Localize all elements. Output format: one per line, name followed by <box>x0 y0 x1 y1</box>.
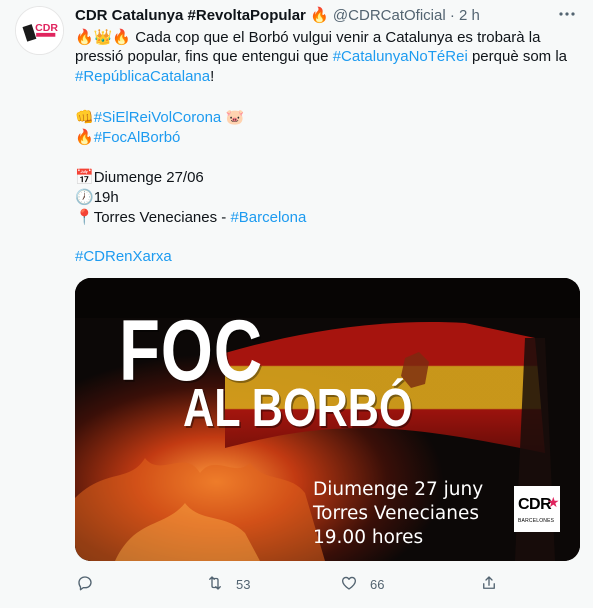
hashtag-foc-al-borbo[interactable]: #FocAlBorbó <box>94 129 181 146</box>
svg-text:CDR: CDR <box>35 22 58 34</box>
display-name[interactable]: CDR Catalunya #RevoltaPopular <box>75 7 306 24</box>
text-line-2-tail: perquè som la <box>467 48 568 65</box>
footer-hashtag-line: #CDRenXarxa <box>75 247 580 267</box>
text-line-1: 🔥👑🔥 Cada cop que el Borbó vulgui venir a… <box>75 27 580 47</box>
tweet[interactable]: CDR CDR Catalunya #RevoltaPopular 🔥 @CDR… <box>0 0 593 608</box>
pin-emoji: 📍 <box>75 208 94 226</box>
reply-button[interactable] <box>76 572 106 596</box>
text-line-2-content: pressió popular, fins que entengui que <box>75 48 333 65</box>
time-line: 🕖19h <box>75 187 580 207</box>
event-time: 19h <box>93 189 119 206</box>
text-line-3-tail: ! <box>210 68 215 85</box>
hashtag-barcelona[interactable]: #Barcelona <box>230 209 306 226</box>
poster-title-line-2: AL BORBÓ <box>183 378 413 438</box>
calendar-emoji: 📅 <box>75 168 94 186</box>
hashtag-line-2: 🔥#FocAlBorbó <box>75 127 580 147</box>
fire-crown-emojis: 🔥👑🔥 <box>75 28 132 46</box>
hashtag-republica-catalana[interactable]: #RepúblicaCatalana <box>75 68 210 85</box>
like-button[interactable]: 66 <box>340 572 384 596</box>
tweet-actions: 53 66 <box>68 572 508 596</box>
like-icon[interactable] <box>340 574 358 595</box>
poster-date: Diumenge 27 juny <box>313 479 484 500</box>
reply-icon[interactable] <box>76 574 94 595</box>
separator-dot: · <box>449 7 455 24</box>
poster-place: Torres Venecianes <box>313 503 479 524</box>
event-place: Torres Venecianes - <box>93 209 231 226</box>
tweet-header: CDR Catalunya #RevoltaPopular 🔥 @CDRCatO… <box>75 5 573 25</box>
hashtag-si-el-rei-vol-corona[interactable]: #SiElReiVolCorona <box>94 109 222 126</box>
tweet-image[interactable]: FOC AL BORBÓ Diumenge 27 juny Torres Ven… <box>75 278 580 561</box>
like-count: 66 <box>370 576 385 592</box>
cdr-logo: CDR ★ BARCELONES <box>514 486 560 532</box>
hashtag-catalunya-no-te-rei[interactable]: #CatalunyaNoTéRei <box>333 48 468 65</box>
avatar-logo: CDR <box>16 7 63 54</box>
text-line-3: #RepúblicaCatalana! <box>75 67 580 87</box>
poster-time: 19.00 hores <box>313 527 424 548</box>
share-button[interactable] <box>480 572 510 596</box>
share-icon[interactable] <box>480 574 498 595</box>
more-icon[interactable] <box>555 4 579 24</box>
cdr-logo-subtitle: BARCELONES <box>518 518 555 524</box>
tweet-text: 🔥👑🔥 Cada cop que el Borbó vulgui venir a… <box>75 27 580 267</box>
retweet-button[interactable]: 53 <box>206 572 250 596</box>
star-icon: ★ <box>547 495 560 511</box>
pig-emoji: 🐷 <box>225 108 245 126</box>
user-handle[interactable]: @CDRCatOficial <box>333 7 446 24</box>
hashtag-cdr-en-xarxa[interactable]: #CDRenXarxa <box>75 248 172 265</box>
event-date: Diumenge 27/06 <box>93 169 204 186</box>
fire-emoji: 🔥 <box>310 6 329 24</box>
retweet-count: 53 <box>236 576 251 592</box>
tweet-timestamp[interactable]: 2 h <box>459 7 480 24</box>
clock-emoji: 🕖 <box>75 188 94 206</box>
place-line: 📍Torres Venecianes - #Barcelona <box>75 207 580 227</box>
date-line: 📅Diumenge 27/06 <box>75 167 580 187</box>
retweet-icon[interactable] <box>206 574 224 595</box>
fire-emoji: 🔥 <box>75 128 94 146</box>
hashtag-line-1: 👊#SiElReiVolCorona 🐷 <box>75 107 580 127</box>
avatar[interactable]: CDR <box>15 6 64 55</box>
fist-emoji: 👊 <box>75 108 94 126</box>
text-line-2: pressió popular, fins que entengui que #… <box>75 47 580 67</box>
text-line-1-content: Cada cop que el Borbó vulgui venir a Cat… <box>131 29 541 46</box>
poster-event-info: Diumenge 27 juny Torres Venecianes 19.00… <box>313 478 483 550</box>
